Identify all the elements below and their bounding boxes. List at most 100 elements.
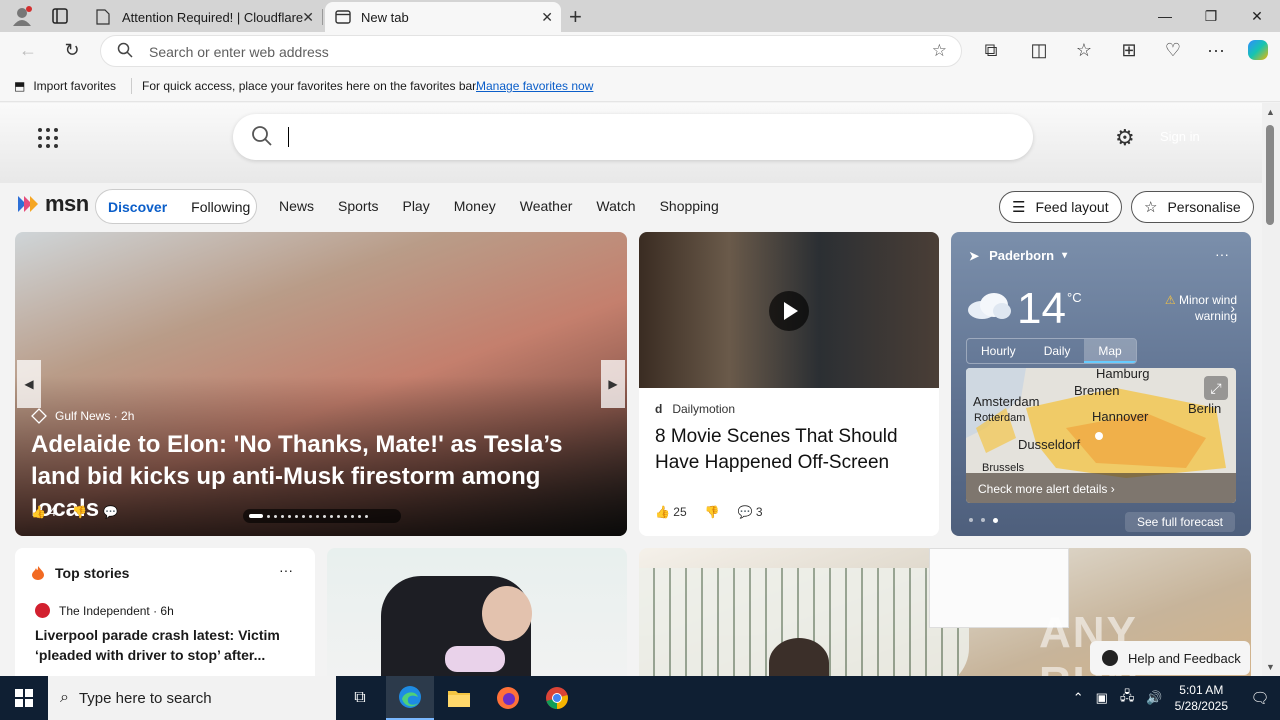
tab-map[interactable]: Map <box>1084 339 1136 363</box>
page-settings-gear-icon[interactable]: ⚙ <box>1115 125 1135 151</box>
close-tab-icon[interactable]: ✕ <box>302 9 314 26</box>
carousel-dot[interactable] <box>249 514 263 518</box>
carousel-dot[interactable] <box>281 514 284 518</box>
new-tab-button[interactable]: + <box>569 4 582 30</box>
comment-button[interactable]: 💬 <box>103 505 118 519</box>
temperature-unit[interactable]: °C <box>1067 290 1082 305</box>
split-screen-icon[interactable]: ◫ <box>1028 40 1050 61</box>
article-source[interactable]: The Independent · 6h <box>35 603 174 618</box>
weather-pager[interactable] <box>969 518 998 523</box>
edge-taskbar-button[interactable] <box>386 676 434 720</box>
task-view-button[interactable]: ⧉ <box>336 676 384 720</box>
article-source[interactable]: d Dailymotion <box>655 402 735 416</box>
favorite-star-icon[interactable]: ☆ <box>932 41 947 61</box>
volume-icon[interactable]: 🔊 <box>1146 690 1162 706</box>
taskbar-search-input[interactable]: ⌕ Type here to search <box>48 676 336 720</box>
browser-essentials-icon[interactable]: ♡ <box>1162 40 1184 61</box>
extensions-icon[interactable]: ⧉ <box>980 40 1002 61</box>
copilot-icon[interactable] <box>1246 38 1268 67</box>
nav-play[interactable]: Play <box>402 198 429 214</box>
collections-icon[interactable]: ⊞ <box>1118 40 1140 61</box>
carousel-dot[interactable] <box>267 514 270 518</box>
chevron-right-icon[interactable]: › <box>1230 300 1235 316</box>
play-icon[interactable] <box>769 291 809 331</box>
expand-map-icon[interactable]: ⤢ <box>1204 376 1228 400</box>
alert-details-link[interactable]: Check more alert details › <box>966 473 1236 503</box>
restore-icon[interactable]: ❐ <box>1188 0 1234 32</box>
comment-button[interactable]: 💬 3 <box>738 505 763 519</box>
more-menu-icon[interactable]: ··· <box>1205 40 1227 61</box>
more-options-icon[interactable]: ··· <box>1215 246 1229 262</box>
msn-logo[interactable]: msn <box>16 191 89 217</box>
tab-actions-icon[interactable] <box>52 8 68 24</box>
carousel-dot[interactable] <box>344 514 347 518</box>
file-explorer-button[interactable] <box>435 676 483 720</box>
carousel-dot[interactable] <box>358 514 361 518</box>
personalise-button[interactable]: ☆ Personalise <box>1131 191 1254 223</box>
nav-sports[interactable]: Sports <box>338 198 378 214</box>
like-button[interactable]: 👍 25 <box>655 505 687 519</box>
tab-discover[interactable]: Discover <box>96 199 179 215</box>
nav-shopping[interactable]: Shopping <box>660 198 719 214</box>
tab-following[interactable]: Following <box>179 199 262 215</box>
close-window-icon[interactable]: ✕ <box>1234 0 1280 32</box>
web-search-input[interactable] <box>233 114 1033 160</box>
address-bar[interactable]: Search or enter web address ☆ <box>100 35 962 67</box>
profile-icon[interactable] <box>12 6 32 26</box>
app-launcher-icon[interactable] <box>38 128 58 148</box>
video-headline[interactable]: 8 Movie Scenes That Should Have Happened… <box>655 424 925 476</box>
carousel-dot[interactable] <box>274 514 277 518</box>
minimize-icon[interactable]: — <box>1142 0 1188 32</box>
article-source[interactable]: Gulf News · 2h <box>31 408 134 424</box>
close-tab-icon[interactable]: ✕ <box>541 9 553 26</box>
carousel-dot[interactable] <box>316 514 319 518</box>
video-card[interactable]: d Dailymotion 8 Movie Scenes That Should… <box>639 232 939 536</box>
device-icon[interactable]: ▣ <box>1096 690 1108 706</box>
dislike-button[interactable]: 👎 <box>72 505 87 519</box>
feed-layout-button[interactable]: ☰ Feed layout <box>999 191 1122 223</box>
firefox-taskbar-button[interactable] <box>484 676 532 720</box>
tab-daily[interactable]: Daily <box>1030 339 1085 363</box>
carousel-dot[interactable] <box>295 514 298 518</box>
carousel-dot[interactable] <box>302 514 305 518</box>
page-scrollbar[interactable]: ▲ ▼ <box>1262 103 1280 676</box>
tab-cloudflare[interactable]: Attention Required! | Cloudflare ✕ <box>86 2 322 32</box>
more-options-icon[interactable]: ··· <box>279 562 293 578</box>
scroll-up-icon[interactable]: ▲ <box>1266 107 1275 117</box>
top-stories-card[interactable]: Top stories ··· The Independent · 6h Liv… <box>15 548 315 676</box>
hero-carousel-card[interactable]: ◀ ▶ Gulf News · 2h Adelaide to Elon: 'No… <box>15 232 627 536</box>
import-favorites-button[interactable]: ⬒ Import favorites <box>14 79 116 93</box>
carousel-dot[interactable] <box>365 514 368 518</box>
carousel-dot[interactable] <box>351 514 354 518</box>
nav-news[interactable]: News <box>279 198 314 214</box>
clock[interactable]: 5:01 AM 5/28/2025 <box>1175 682 1228 714</box>
refresh-icon[interactable]: ↻ <box>61 40 83 61</box>
full-forecast-link[interactable]: See full forecast <box>1124 512 1235 532</box>
chrome-taskbar-button[interactable] <box>533 676 581 720</box>
location-selector[interactable]: ➤ Paderborn ▾ <box>969 248 1067 263</box>
article-image-card[interactable] <box>327 548 627 676</box>
chevron-up-icon[interactable]: ⌃ <box>1073 690 1084 706</box>
story-headline[interactable]: Liverpool parade crash latest: Victim ‘p… <box>35 625 295 665</box>
manage-favorites-link[interactable]: Manage favorites now <box>476 79 593 93</box>
video-thumbnail[interactable] <box>639 232 939 388</box>
carousel-dot[interactable] <box>330 514 333 518</box>
back-icon[interactable]: ← <box>17 40 39 61</box>
weather-card[interactable]: ➤ Paderborn ▾ ··· 14 °C ⚠ Minor wind war… <box>951 232 1251 536</box>
tab-hourly[interactable]: Hourly <box>967 339 1030 363</box>
weather-alert-map[interactable]: Hamburg Bremen Amsterdam Rotterdam Hanno… <box>966 368 1236 503</box>
nav-weather[interactable]: Weather <box>520 198 573 214</box>
carousel-dot[interactable] <box>288 514 291 518</box>
favorites-icon[interactable]: ☆ <box>1073 40 1095 61</box>
network-icon[interactable]: 🖧 <box>1120 687 1135 709</box>
carousel-next-button[interactable]: ▶ <box>601 360 625 408</box>
scroll-down-icon[interactable]: ▼ <box>1266 662 1275 672</box>
dislike-button[interactable]: 👎 <box>705 505 720 519</box>
sign-in-button[interactable]: Sign in <box>1160 129 1200 144</box>
scroll-thumb[interactable] <box>1266 125 1274 225</box>
carousel-dot[interactable] <box>309 514 312 518</box>
carousel-indicator[interactable] <box>243 509 401 523</box>
tab-new-tab[interactable]: New tab ✕ <box>325 2 561 32</box>
nav-money[interactable]: Money <box>454 198 496 214</box>
like-button[interactable]: 👍 4 <box>31 505 56 519</box>
